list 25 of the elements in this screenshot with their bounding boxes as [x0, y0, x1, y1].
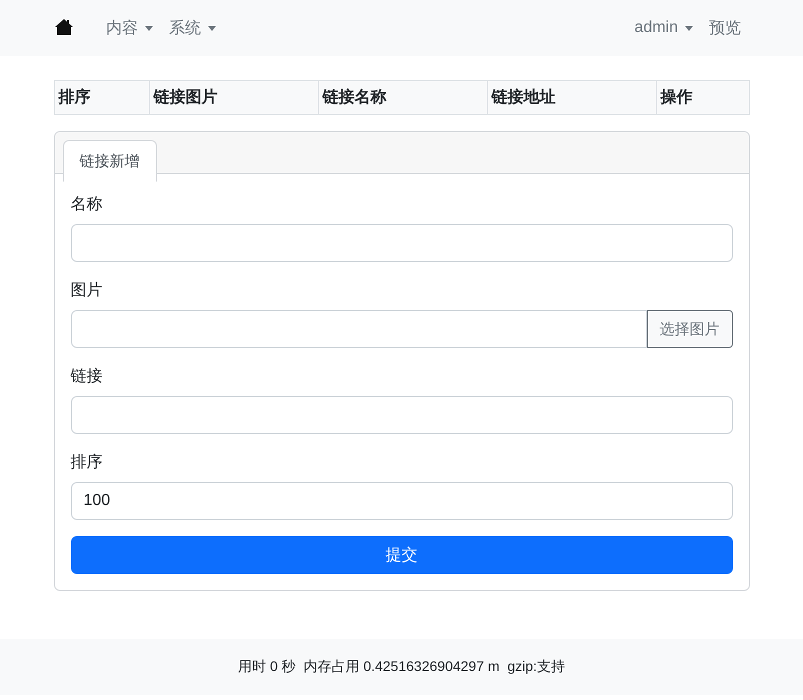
input-field[interactable]	[70, 396, 732, 434]
input-field[interactable]: 100	[70, 482, 732, 520]
caret-icon	[208, 26, 216, 30]
field-label: 图片	[70, 280, 104, 301]
caret-icon	[145, 26, 153, 30]
preview-link[interactable]: 预览	[701, 18, 749, 38]
field-label: 名称	[70, 195, 104, 215]
column-header: 链接名称	[318, 80, 487, 114]
home-icon[interactable]	[54, 18, 74, 36]
tab[interactable]: 链接新增	[62, 140, 156, 182]
submit-button[interactable]: 提交	[70, 536, 732, 574]
field-label: 排序	[70, 452, 104, 473]
column-header: 链接图片	[149, 80, 318, 114]
column-header: 链接地址	[487, 80, 656, 114]
column-header: 操作	[656, 80, 749, 114]
nav-menu[interactable]: 内容	[98, 18, 161, 38]
column-header: 排序	[54, 80, 149, 114]
choose-image-button[interactable]: 选择图片	[646, 310, 732, 348]
nav-menu[interactable]: 系统	[161, 18, 224, 38]
user-menu[interactable]: admin	[626, 19, 701, 37]
input-field[interactable]	[70, 310, 646, 348]
footer-text: 用时 0 秒 内存占用 0.42516326904297 m gzip:支持	[238, 658, 565, 676]
input-field[interactable]	[70, 224, 732, 262]
caret-icon	[685, 26, 693, 30]
field-label: 链接	[70, 366, 104, 387]
